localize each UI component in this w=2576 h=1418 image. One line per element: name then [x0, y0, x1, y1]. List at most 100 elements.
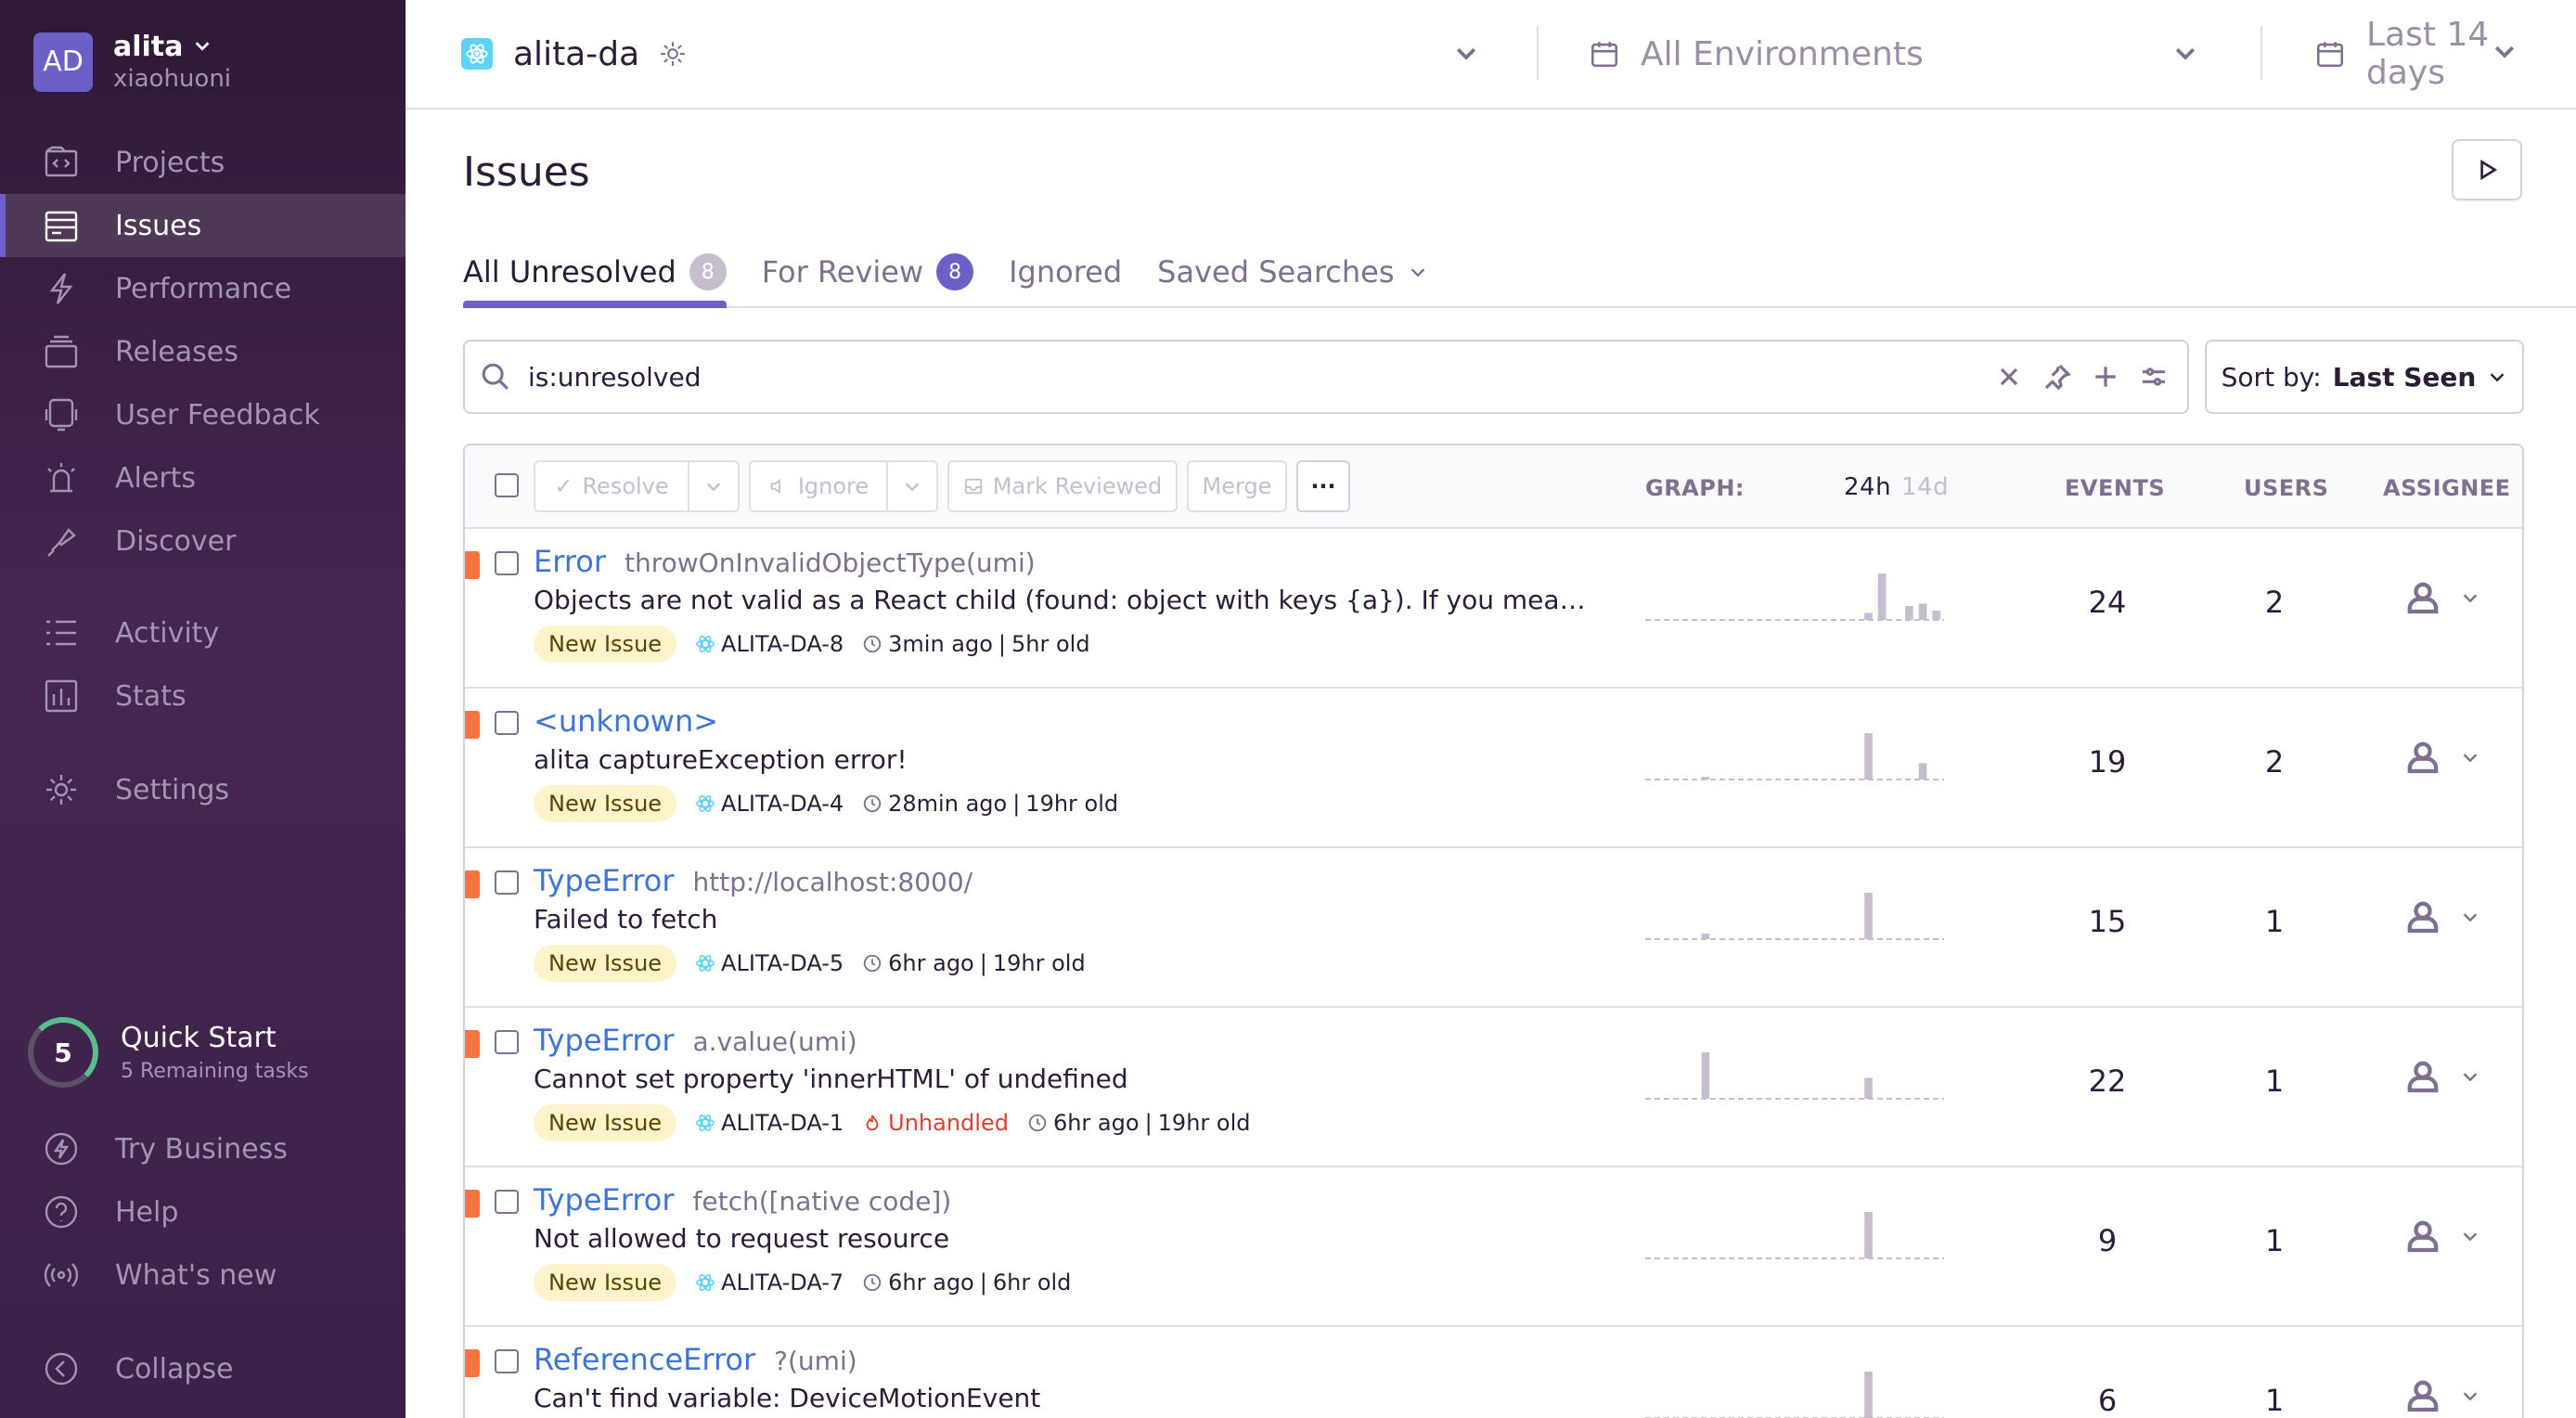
issue-users-count[interactable]: 1 — [2219, 1383, 2330, 1418]
issue-row[interactable]: TypeError a.value(umi) Cannot set proper… — [465, 1008, 2522, 1167]
graph-14d-toggle[interactable]: 14d — [1901, 473, 1949, 501]
sidebar-item-performance[interactable]: Performance — [0, 257, 406, 320]
issue-checkbox[interactable] — [495, 1190, 519, 1214]
last-seen: 28min ago — [888, 791, 1008, 817]
issue-checkbox[interactable] — [495, 711, 519, 735]
assignee-selector[interactable] — [2404, 579, 2480, 616]
issue-short-id[interactable]: ALITA-DA-4 — [721, 791, 844, 817]
tab-ignored[interactable]: Ignored — [1009, 230, 1122, 306]
graph-header: GRAPH: — [1645, 475, 1745, 501]
realtime-play-button[interactable] — [2452, 139, 2522, 200]
sidebar-item-activity[interactable]: Activity — [0, 601, 406, 664]
sidebar-collapse-button[interactable]: Collapse — [0, 1337, 406, 1400]
sidebar-item-label: Help — [115, 1195, 179, 1229]
search-input[interactable] — [528, 361, 1920, 393]
sidebar-item-alerts[interactable]: Alerts — [0, 446, 406, 509]
issue-short-id[interactable]: ALITA-DA-1 — [721, 1110, 844, 1136]
issue-sparkline-graph — [1645, 1212, 1944, 1259]
sidebar-item-whats-new[interactable]: What's new — [0, 1244, 406, 1307]
sidebar-item-try-business[interactable]: Try Business — [0, 1117, 406, 1180]
issue-row[interactable]: TypeError http://localhost:8000/ Failed … — [465, 848, 2522, 1008]
issue-events-count[interactable]: 19 — [2042, 744, 2172, 780]
sidebar-item-help[interactable]: Help — [0, 1180, 406, 1244]
issue-short-id[interactable]: ALITA-DA-7 — [721, 1270, 844, 1296]
issue-events-count[interactable]: 9 — [2042, 1223, 2172, 1258]
projects-icon — [41, 142, 82, 183]
sparkline-bar — [1864, 612, 1873, 620]
issue-events-count[interactable]: 24 — [2042, 585, 2172, 620]
issue-row[interactable]: ReferenceError ?(umi) Can't find variabl… — [465, 1327, 2522, 1418]
issue-row[interactable]: <unknown> alita captureException error! … — [465, 689, 2522, 848]
sidebar-item-stats[interactable]: Stats — [0, 664, 406, 728]
sidebar-item-label: Activity — [115, 616, 220, 650]
discover-icon — [41, 521, 82, 561]
quick-start[interactable]: 5 Quick Start 5 Remaining tasks — [28, 1017, 309, 1088]
more-actions-button[interactable]: ··· — [1296, 460, 1350, 512]
chevron-down-icon[interactable] — [1452, 37, 1480, 75]
issue-checkbox[interactable] — [495, 1349, 519, 1373]
graph-24h-toggle[interactable]: 24h — [1844, 473, 1891, 501]
issue-events-count[interactable]: 15 — [2042, 904, 2172, 939]
ignore-button[interactable]: Ignore — [749, 460, 888, 512]
new-issue-badge: New Issue — [534, 1104, 677, 1141]
issue-short-id[interactable]: ALITA-DA-5 — [721, 950, 844, 976]
resolve-label: Resolve — [582, 473, 669, 499]
chevron-down-icon[interactable] — [2491, 37, 2518, 69]
sidebar-item-releases[interactable]: Releases — [0, 320, 406, 383]
issue-row[interactable]: TypeError fetch([native code]) Not allow… — [465, 1167, 2522, 1327]
assignee-selector[interactable] — [2404, 898, 2480, 935]
project-selector[interactable]: alita-da — [461, 0, 1482, 108]
resolve-button[interactable]: ✓ Resolve — [534, 460, 689, 512]
issue-title-link[interactable]: TypeError — [534, 863, 675, 898]
tab-all-unresolved[interactable]: All Unresolved 8 — [463, 230, 727, 308]
assignee-selector[interactable] — [2404, 1058, 2480, 1095]
ignore-dropdown-button[interactable] — [886, 460, 938, 512]
sort-dropdown[interactable]: Sort by: Last Seen — [2205, 340, 2524, 414]
issue-users-count[interactable]: 2 — [2219, 744, 2330, 780]
sidebar-item-issues[interactable]: Issues — [0, 194, 406, 257]
sidebar-item-projects[interactable]: Projects — [0, 131, 406, 194]
assignee-selector[interactable] — [2404, 1377, 2480, 1414]
sidebar-item-user-feedback[interactable]: User Feedback — [0, 383, 406, 446]
sparkline-bar — [1864, 893, 1873, 939]
clear-search-icon[interactable] — [1994, 362, 2024, 395]
issue-checkbox[interactable] — [495, 551, 519, 575]
save-search-plus-icon[interactable] — [2091, 362, 2120, 395]
chevron-down-icon[interactable] — [2171, 37, 2199, 75]
issue-title-link[interactable]: <unknown> — [534, 703, 718, 739]
time-range-selector[interactable]: Last 14 days — [2314, 0, 2565, 108]
merge-button[interactable]: Merge — [1187, 460, 1287, 512]
project-settings-gear-icon[interactable] — [658, 39, 688, 69]
issue-short-id[interactable]: ALITA-DA-8 — [721, 631, 844, 657]
issue-title-link[interactable]: TypeError — [534, 1182, 675, 1218]
org-switcher[interactable]: AD alita xiaohuoni — [33, 32, 231, 93]
issue-title-link[interactable]: ReferenceError — [534, 1342, 755, 1377]
sidebar-item-discover[interactable]: Discover — [0, 509, 406, 573]
assignee-selector[interactable] — [2404, 1218, 2480, 1255]
assignee-selector[interactable] — [2404, 739, 2480, 776]
issue-title-link[interactable]: Error — [534, 544, 606, 579]
sidebar-nav-secondary: Activity Stats — [0, 601, 406, 728]
issue-row[interactable]: Error throwOnInvalidObjectType(umi) Obje… — [465, 529, 2522, 689]
issue-events-count[interactable]: 6 — [2042, 1383, 2172, 1418]
alerts-icon — [41, 458, 82, 498]
pin-search-icon[interactable] — [2042, 362, 2072, 395]
environment-selector[interactable]: All Environments — [1589, 0, 2201, 108]
issue-users-count[interactable]: 1 — [2219, 1223, 2330, 1258]
last-seen: 3min ago — [888, 631, 993, 657]
issue-checkbox[interactable] — [495, 1030, 519, 1054]
mark-reviewed-button[interactable]: Mark Reviewed — [947, 460, 1178, 512]
search-options-icon[interactable] — [2139, 362, 2169, 395]
resolve-dropdown-button[interactable] — [688, 460, 740, 512]
issue-checkbox[interactable] — [495, 870, 519, 895]
issue-users-count[interactable]: 1 — [2219, 904, 2330, 939]
tab-saved-searches[interactable]: Saved Searches — [1157, 230, 1427, 306]
issue-title-link[interactable]: TypeError — [534, 1023, 675, 1058]
issue-users-count[interactable]: 2 — [2219, 585, 2330, 620]
sidebar-item-settings[interactable]: Settings — [0, 758, 406, 821]
tab-for-review[interactable]: For Review 8 — [762, 230, 974, 306]
issue-events-count[interactable]: 22 — [2042, 1064, 2172, 1099]
issue-users-count[interactable]: 1 — [2219, 1064, 2330, 1099]
select-all-checkbox[interactable] — [495, 473, 519, 497]
new-issue-badge: New Issue — [534, 1264, 677, 1301]
